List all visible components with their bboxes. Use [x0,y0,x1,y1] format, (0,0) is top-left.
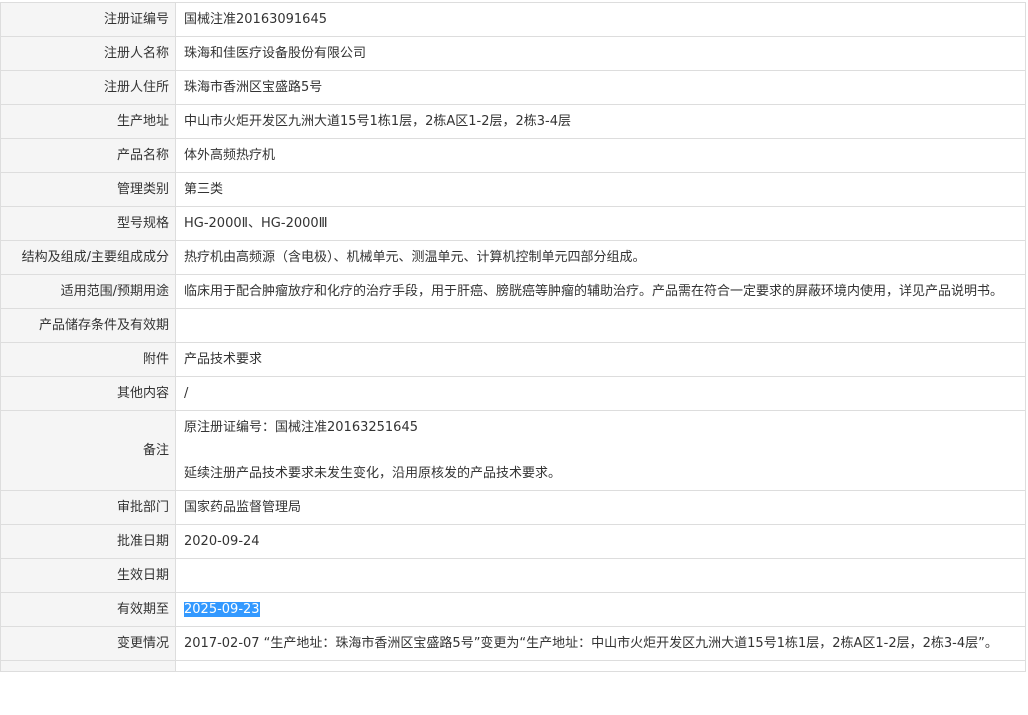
field-label: 产品储存条件及有效期 [0,308,176,343]
field-value-registration-number: 国械注准20163091645 [175,2,1026,37]
registration-detail-table: 注册证编号 国械注准20163091645 注册人名称 珠海和佳医疗设备股份有限… [0,2,1026,672]
table-row: 注册证编号 国械注准20163091645 [0,2,1026,37]
field-label: 审批部门 [0,490,176,525]
table-row: 注册人住所 珠海市香洲区宝盛路5号 [0,70,1026,105]
field-label [0,660,176,672]
table-row: 管理类别 第三类 [0,172,1026,207]
table-row: 产品名称 体外高频热疗机 [0,138,1026,173]
field-label: 注册人名称 [0,36,176,71]
field-label: 其他内容 [0,376,176,411]
field-value-valid-until: 2025-09-23 [175,592,1026,627]
field-value-model-spec: HG-2000Ⅱ、HG-2000Ⅲ [175,206,1026,241]
field-label: 注册人住所 [0,70,176,105]
table-row: 型号规格 HG-2000Ⅱ、HG-2000Ⅲ [0,206,1026,241]
field-label: 结构及组成/主要组成成分 [0,240,176,275]
field-label: 备注 [0,410,176,491]
table-row: 生效日期 [0,558,1026,593]
field-value-effective-date [175,558,1026,593]
field-label: 生效日期 [0,558,176,593]
field-label: 附件 [0,342,176,377]
selected-text[interactable]: 2025-09-23 [184,602,260,617]
table-row [0,660,1026,672]
field-label: 型号规格 [0,206,176,241]
table-row: 结构及组成/主要组成成分 热疗机由高频源（含电极）、机械单元、测温单元、计算机控… [0,240,1026,275]
field-value-other-content: / [175,376,1026,411]
field-label: 管理类别 [0,172,176,207]
field-label: 批准日期 [0,524,176,559]
field-label: 变更情况 [0,626,176,661]
table-row: 审批部门 国家药品监督管理局 [0,490,1026,525]
field-value-empty [175,660,1026,672]
field-label: 适用范围/预期用途 [0,274,176,309]
table-row: 生产地址 中山市火炬开发区九洲大道15号1栋1层，2栋A区1-2层，2栋3-4层 [0,104,1026,139]
remarks-original-number: 原注册证编号：国械注准20163251645 [184,420,418,435]
field-value-approval-date: 2020-09-24 [175,524,1026,559]
field-value-registrant-address: 珠海市香洲区宝盛路5号 [175,70,1026,105]
field-label: 产品名称 [0,138,176,173]
field-value-production-address: 中山市火炬开发区九洲大道15号1栋1层，2栋A区1-2层，2栋3-4层 [175,104,1026,139]
table-row: 附件 产品技术要求 [0,342,1026,377]
table-row: 有效期至 2025-09-23 [0,592,1026,627]
field-label: 生产地址 [0,104,176,139]
table-row: 产品储存条件及有效期 [0,308,1026,343]
field-value-change-history: 2017-02-07 “生产地址：珠海市香洲区宝盛路5号”变更为“生产地址：中山… [175,626,1026,661]
field-label: 注册证编号 [0,2,176,37]
field-value-registrant-name: 珠海和佳医疗设备股份有限公司 [175,36,1026,71]
field-value-attachment: 产品技术要求 [175,342,1026,377]
field-value-approval-department: 国家药品监督管理局 [175,490,1026,525]
field-value-remarks: 原注册证编号：国械注准20163251645 延续注册产品技术要求未发生变化，沿… [175,410,1026,491]
field-value-product-name: 体外高频热疗机 [175,138,1026,173]
table-row: 注册人名称 珠海和佳医疗设备股份有限公司 [0,36,1026,71]
field-label: 有效期至 [0,592,176,627]
field-value-management-category: 第三类 [175,172,1026,207]
field-value-storage-conditions [175,308,1026,343]
table-row: 备注 原注册证编号：国械注准20163251645 延续注册产品技术要求未发生变… [0,410,1026,491]
table-row: 变更情况 2017-02-07 “生产地址：珠海市香洲区宝盛路5号”变更为“生产… [0,626,1026,661]
field-value-structure-composition: 热疗机由高频源（含电极）、机械单元、测温单元、计算机控制单元四部分组成。 [175,240,1026,275]
table-row: 其他内容 / [0,376,1026,411]
table-row: 适用范围/预期用途 临床用于配合肿瘤放疗和化疗的治疗手段，用于肝癌、膀胱癌等肿瘤… [0,274,1026,309]
remarks-renewal-note: 延续注册产品技术要求未发生变化，沿用原核发的产品技术要求。 [184,466,562,481]
table-row: 批准日期 2020-09-24 [0,524,1026,559]
field-value-intended-use: 临床用于配合肿瘤放疗和化疗的治疗手段，用于肝癌、膀胱癌等肿瘤的辅助治疗。产品需在… [175,274,1026,309]
